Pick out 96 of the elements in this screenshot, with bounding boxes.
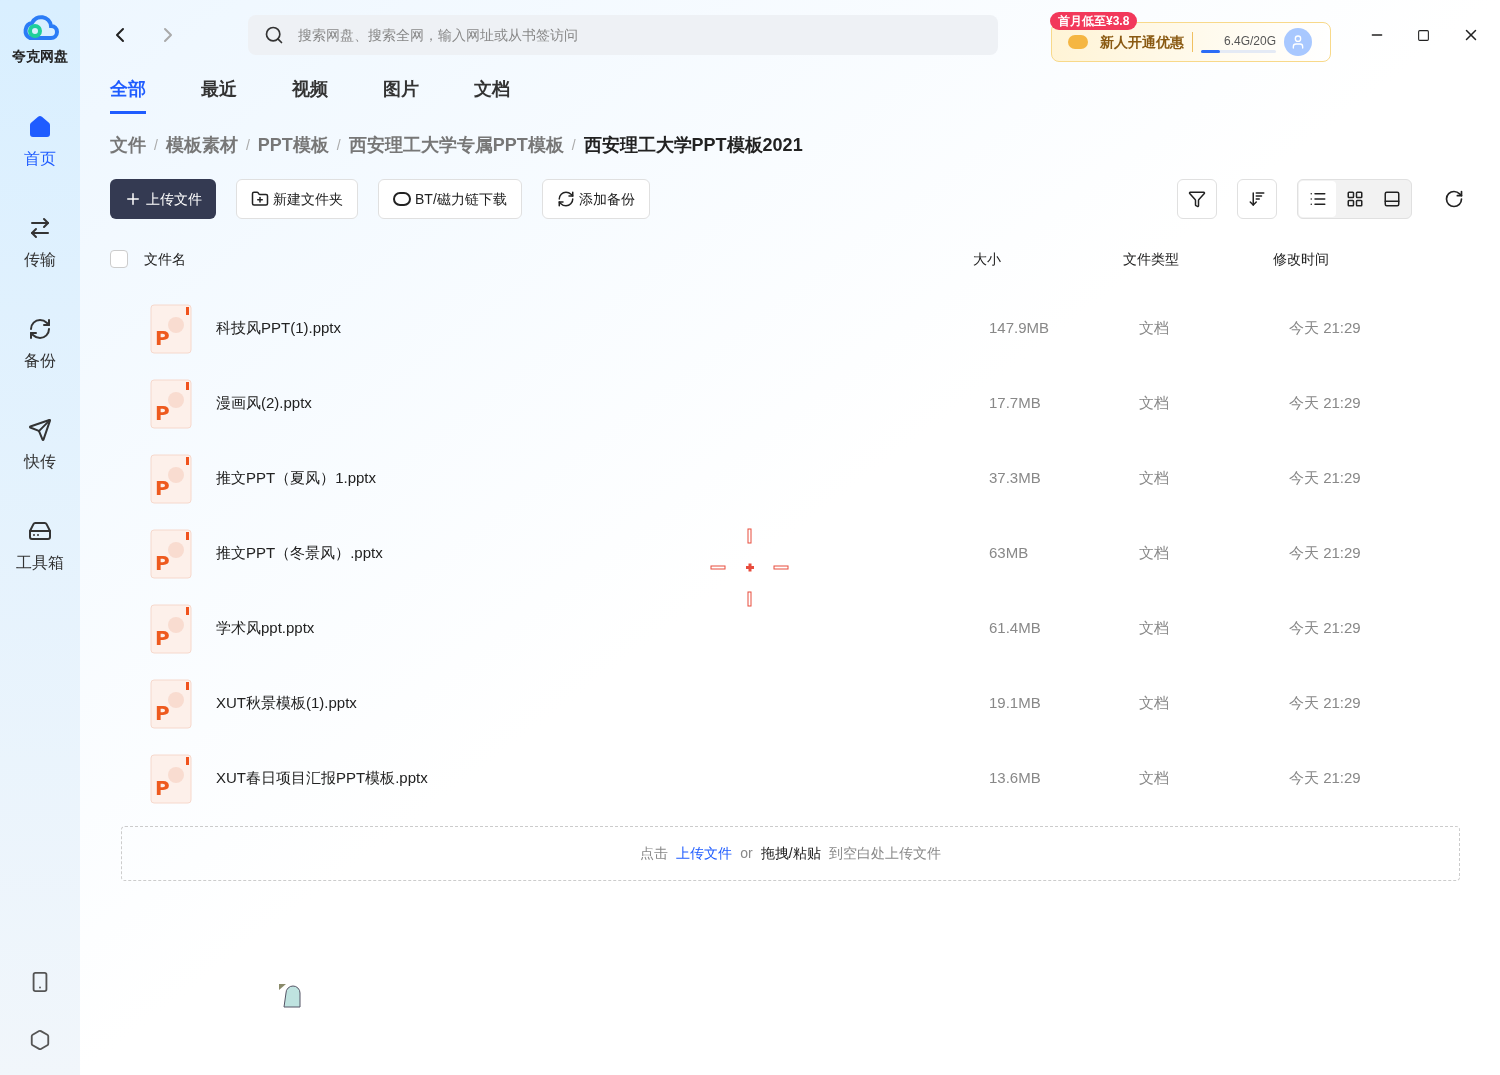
upload-dropzone[interactable]: 点击 上传文件 or 拖拽/粘贴 到空白处上传文件 [121, 826, 1460, 881]
home-icon [28, 115, 52, 139]
file-type: 文档 [1139, 318, 1170, 339]
breadcrumb-link[interactable]: 模板素材 [165, 132, 238, 159]
file-size: 147.9MB [989, 318, 1051, 339]
modified-time: 今天 21:29 [1289, 468, 1361, 489]
search-icon [264, 25, 284, 45]
storage-usage: 6.4G/20G [1223, 32, 1276, 50]
dropzone-text: or [740, 844, 753, 863]
sidebar-nav-item[interactable]: 首页 [24, 115, 56, 171]
breadcrumb-link[interactable]: 文件 [110, 132, 146, 159]
file-type: 文档 [1139, 543, 1170, 564]
file-size: 61.4MB [989, 618, 1042, 639]
toolbar-button[interactable]: 添加备份 [541, 179, 650, 219]
column-header[interactable]: 修改时间 [1273, 248, 1329, 270]
category-tab[interactable]: 全部 [110, 76, 146, 114]
file-name[interactable]: XUT春日项目汇报PPT模板.pptx [216, 767, 989, 790]
column-header[interactable]: 文件名 [144, 248, 973, 270]
file-size: 13.6MB [989, 768, 1042, 789]
list-icon [1308, 190, 1327, 208]
modified-time: 今天 21:29 [1289, 318, 1361, 339]
file-size: 37.3MB [989, 468, 1042, 489]
discount-badge: 首月低至¥3.8 [1050, 12, 1138, 30]
file-name[interactable]: 推文PPT（冬景风）.pptx [216, 542, 989, 565]
transfer-icon [28, 216, 52, 240]
maximize-icon[interactable] [1417, 28, 1430, 42]
preview-icon [1382, 190, 1401, 208]
pptx-file-icon: P [150, 753, 192, 804]
promo-text: 新人开通优惠 [1100, 32, 1184, 52]
sidebar-nav-item[interactable]: 工具箱 [16, 519, 64, 575]
sort-button[interactable] [1237, 179, 1277, 219]
modified-time: 今天 21:29 [1289, 543, 1361, 564]
dropzone-text: 点击 [640, 844, 669, 863]
file-type: 文档 [1139, 693, 1170, 714]
coin-icon [1068, 35, 1088, 49]
file-type: 文档 [1139, 618, 1170, 639]
folder-icon [251, 190, 269, 208]
toolbox-icon [28, 519, 52, 543]
modified-time: 今天 21:29 [1289, 768, 1361, 789]
pptx-file-icon: P [150, 303, 192, 354]
filter-button[interactable] [1177, 179, 1217, 219]
filter-icon [1188, 190, 1206, 208]
category-tab[interactable]: 文档 [474, 76, 510, 114]
dropzone-text: 到空白处上传文件 [828, 844, 941, 863]
toolbar-button[interactable]: 上传文件 [110, 179, 216, 219]
file-name[interactable]: 漫画风(2).pptx [216, 392, 989, 415]
user-silhouette-icon [1290, 34, 1306, 50]
toolbar-button[interactable]: 新建文件夹 [236, 179, 358, 219]
settings-icon[interactable] [29, 1029, 51, 1051]
sidebar-nav-item[interactable]: 传输 [24, 216, 56, 272]
send-icon [28, 418, 52, 442]
refresh-icon[interactable] [1444, 189, 1464, 209]
backup-icon [28, 317, 52, 341]
file-size: 17.7MB [989, 393, 1042, 414]
file-name[interactable]: 推文PPT（夏风）1.pptx [216, 467, 989, 490]
grid-icon [1345, 190, 1364, 208]
search-field[interactable]: 搜索网盘、搜索全网，输入网址或从书签访问 [248, 15, 998, 55]
category-tab[interactable]: 最近 [201, 76, 237, 114]
pptx-file-icon: P [150, 678, 192, 729]
column-header[interactable]: 大小 [973, 248, 1123, 270]
file-name[interactable]: XUT秋景模板(1).pptx [216, 692, 989, 715]
breadcrumb-link[interactable]: PPT模板 [257, 132, 329, 159]
breadcrumb-separator: / [154, 136, 158, 155]
sidebar-nav-item[interactable]: 备份 [24, 317, 56, 373]
category-tab[interactable]: 图片 [383, 76, 419, 114]
breadcrumb-separator: / [336, 136, 341, 155]
pptx-file-icon: P [150, 378, 192, 429]
breadcrumb-link[interactable]: 西安理工大学PPT模板2021 [583, 132, 803, 159]
breadcrumb-separator: / [245, 136, 250, 155]
file-name[interactable]: 科技风PPT(1).pptx [216, 317, 989, 340]
toolbar-button[interactable]: BT/磁力链下载 [378, 179, 522, 219]
file-type: 文档 [1139, 393, 1170, 414]
file-size: 19.1MB [989, 693, 1042, 714]
file-size: 63MB [989, 543, 1030, 564]
sort-icon [1248, 190, 1266, 208]
dropzone-text: 拖拽/粘贴 [760, 844, 821, 863]
file-type: 文档 [1139, 768, 1170, 789]
pptx-file-icon: P [150, 453, 192, 504]
backup-icon [556, 190, 575, 208]
category-tab[interactable]: 视频 [292, 76, 328, 114]
modified-time: 今天 21:29 [1289, 693, 1361, 714]
file-type: 文档 [1139, 468, 1170, 489]
upload-icon [124, 190, 142, 208]
upload-link[interactable]: 上传文件 [676, 843, 733, 864]
pptx-file-icon: P [150, 603, 192, 654]
sidebar-nav-item[interactable]: 快传 [24, 418, 56, 474]
list-view-button[interactable] [1299, 181, 1336, 217]
file-name[interactable]: 学术风ppt.pptx [216, 617, 989, 640]
app-name: 夸克网盘 [12, 47, 68, 66]
column-header[interactable]: 文件类型 [1123, 248, 1273, 270]
breadcrumb-link[interactable]: 西安理工大学专属PPT模板 [348, 132, 564, 159]
select-all-checkbox[interactable] [110, 250, 128, 268]
pptx-file-icon: P [150, 528, 192, 579]
breadcrumb-separator: / [571, 136, 576, 155]
modified-time: 今天 21:29 [1289, 393, 1361, 414]
modified-time: 今天 21:29 [1289, 618, 1361, 639]
